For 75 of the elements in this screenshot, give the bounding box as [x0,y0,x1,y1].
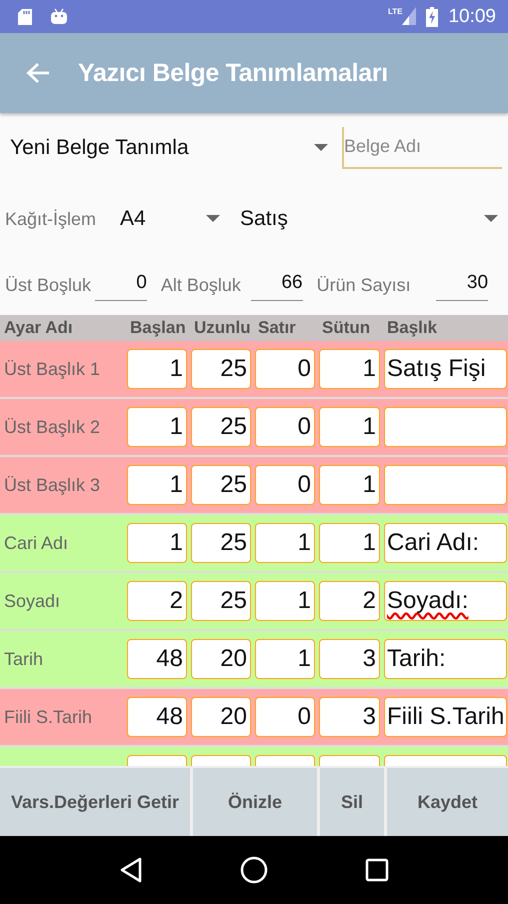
sd-card-icon [16,8,34,26]
number-field[interactable]: 25 [191,407,251,447]
title-field[interactable] [384,465,507,505]
action-button[interactable]: Sil [320,768,384,836]
number-field[interactable]: 0 [255,697,315,737]
number-field[interactable]: 1 [127,465,187,505]
back-arrow-icon[interactable] [26,62,50,84]
column-header: Başlık [386,318,438,338]
setting-name: Cari Adı [3,532,70,554]
number-field[interactable]: 0 [255,407,315,447]
action-button[interactable]: Vars.Değerleri Getir [0,768,190,836]
battery-charging-icon [426,6,438,26]
setting-name: Soyadı [3,590,62,612]
home-icon[interactable] [240,856,268,884]
dropdown-caret-icon [206,215,220,223]
margin-label: Alt Boşluk [160,274,241,296]
number-field[interactable]: 2 [127,581,187,621]
number-field[interactable]: 25 [191,465,251,505]
number-field[interactable]: 25 [191,349,251,389]
margin-field[interactable]: 0 [94,270,147,300]
action-button[interactable]: Önizle [193,768,317,836]
back-icon[interactable] [118,857,143,883]
clock: 10:09 [448,6,496,28]
title-field[interactable]: Satış Fişi [384,349,507,389]
title-field[interactable]: Soyadı: [384,581,507,621]
title-field[interactable]: Tarih: [384,639,507,679]
number-field[interactable]: 20 [191,697,251,737]
paper-label: Kağıt-İşlem [5,208,96,230]
column-header: Uzunlu [193,318,251,338]
number-field[interactable]: 48 [127,639,187,679]
column-header: Ayar Adı [3,318,74,338]
number-field[interactable]: 1 [127,349,187,389]
setting-name: Tarih [3,648,44,670]
paper-dropdown[interactable]: A4 [120,207,220,231]
recents-icon[interactable] [365,858,390,882]
action-button[interactable]: Kaydet [387,768,508,836]
number-field[interactable]: 3 [319,639,380,679]
number-field[interactable]: 20 [191,639,251,679]
number-field[interactable]: 25 [191,523,251,563]
android-icon [50,8,68,26]
title-field[interactable]: Cari Adı: [384,523,507,563]
number-field[interactable]: 2 [319,581,380,621]
number-field[interactable]: 1 [127,407,187,447]
number-field[interactable]: 1 [319,523,380,563]
setting-name: Üst Başlık 3 [3,474,102,496]
number-field[interactable]: 1 [319,407,380,447]
operation-dropdown[interactable]: Satış [240,207,498,231]
number-field[interactable]: 1 [127,523,187,563]
number-field[interactable]: 3 [319,697,380,737]
number-field[interactable]: 1 [319,349,380,389]
dropdown-caret-icon [484,215,498,223]
number-field[interactable]: 25 [191,581,251,621]
number-field[interactable]: 0 [255,465,315,505]
margin-field[interactable]: 30 [436,270,488,300]
number-field[interactable]: 1 [319,465,380,505]
title-field[interactable] [384,407,507,447]
number-field[interactable]: 48 [127,697,187,737]
screen-title: Yazıcı Belge Tanımlamaları [78,58,388,88]
number-field[interactable]: 1 [255,581,315,621]
document-name-field[interactable]: Belge Adı [342,127,502,169]
margin-field[interactable]: 66 [250,270,303,300]
setting-name: Fiili S.Tarih [3,706,94,728]
setting-name: Üst Başlık 1 [3,358,102,380]
document-dropdown[interactable]: Yeni Belge Tanımla [10,136,328,160]
setting-name: Üst Başlık 2 [3,416,102,438]
title-field[interactable]: Fiili S.Tarih [384,697,507,737]
margin-label: Üst Boşluk [5,274,92,296]
margin-label: Ürün Sayısı [316,274,411,296]
number-field[interactable]: 1 [255,639,315,679]
dropdown-caret-icon [314,144,328,152]
column-header: Satır [257,318,297,338]
number-field[interactable]: 0 [255,349,315,389]
column-header: Başlan [129,318,187,338]
column-header: Sütun [321,318,372,338]
number-field[interactable]: 1 [255,523,315,563]
